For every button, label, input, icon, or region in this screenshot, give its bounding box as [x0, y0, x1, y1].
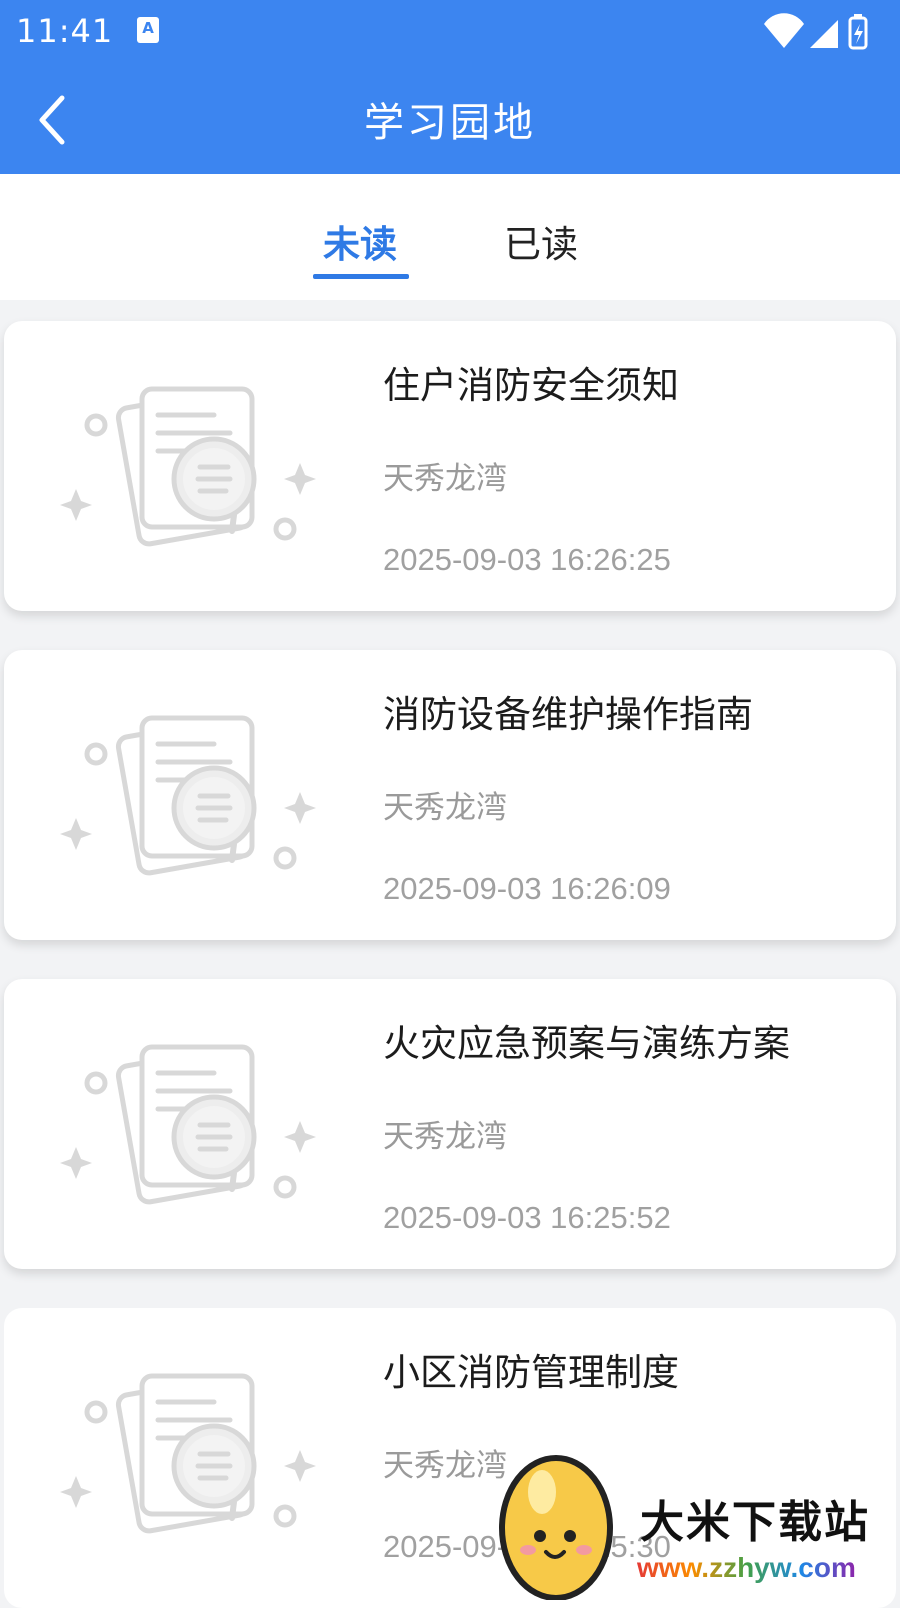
article-time: 2025-09-03 16:25:52 — [383, 1200, 671, 1235]
tab-active-indicator — [313, 274, 409, 279]
watermark-mascot-icon — [499, 1455, 613, 1600]
tab-unread[interactable]: 未读 — [323, 214, 397, 268]
article-card[interactable]: 火灾应急预案与演练方案 天秀龙湾 2025-09-03 16:25:52 — [4, 979, 896, 1269]
article-community: 天秀龙湾 — [383, 461, 507, 497]
notification-badge-icon: A — [137, 17, 159, 43]
status-icons — [762, 12, 872, 56]
wifi-icon — [764, 13, 804, 48]
tab-read[interactable]: 已读 — [504, 214, 578, 268]
watermark-name: 大米下载站 — [640, 1497, 870, 1548]
tab-bar: 未读 已读 — [0, 174, 900, 300]
app-bar: 学习园地 — [0, 66, 900, 174]
document-search-icon — [54, 1368, 334, 1538]
article-time: 2025-09-03 16:26:09 — [383, 871, 671, 906]
article-community: 天秀龙湾 — [383, 1119, 507, 1155]
signal-icon — [810, 20, 838, 48]
article-time: 2025-09-03 16:26:25 — [383, 542, 671, 577]
article-community: 天秀龙湾 — [383, 1448, 507, 1484]
status-time: 11:41 — [16, 12, 114, 50]
article-title: 小区消防管理制度 — [383, 1351, 679, 1394]
document-search-icon — [54, 381, 334, 551]
status-bar: 11:41 A — [0, 0, 900, 66]
document-search-icon — [54, 710, 334, 880]
article-card[interactable]: 住户消防安全须知 天秀龙湾 2025-09-03 16:26:25 — [4, 321, 896, 611]
article-title: 消防设备维护操作指南 — [383, 693, 753, 736]
watermark-url: www.zzhyw.com — [637, 1552, 856, 1583]
page-title: 学习园地 — [364, 100, 536, 146]
article-title: 火灾应急预案与演练方案 — [383, 1022, 790, 1065]
article-community: 天秀龙湾 — [383, 790, 507, 826]
document-search-icon — [54, 1039, 334, 1209]
article-card[interactable]: 消防设备维护操作指南 天秀龙湾 2025-09-03 16:26:09 — [4, 650, 896, 940]
battery-charging-icon — [848, 14, 868, 50]
article-title: 住户消防安全须知 — [383, 364, 679, 407]
